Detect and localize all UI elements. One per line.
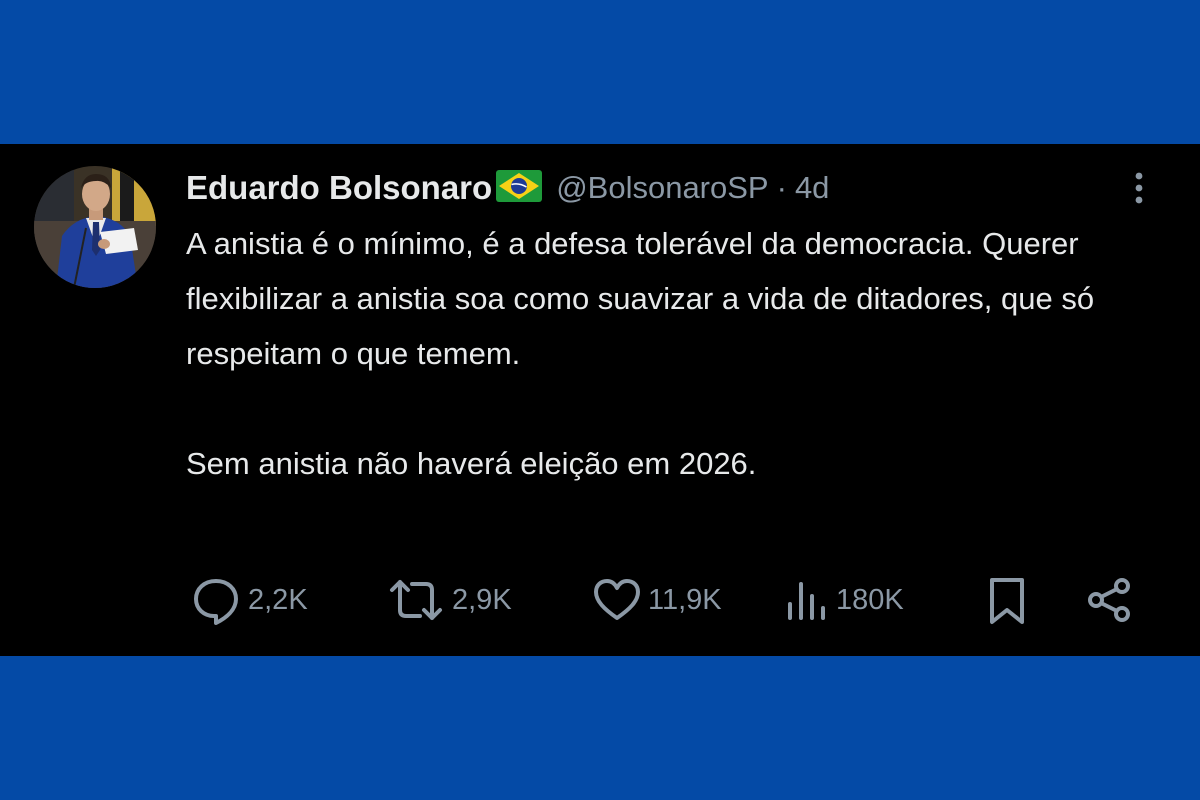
tweet-paragraph: Sem anistia não haverá eleição em 2026. xyxy=(186,446,757,481)
author-name[interactable]: Eduardo Bolsonaro xyxy=(186,169,492,207)
like-button[interactable]: 11,9K xyxy=(592,570,722,630)
views-bar-chart-icon xyxy=(784,574,830,626)
share-icon xyxy=(1084,574,1136,626)
brazil-flag-icon xyxy=(496,169,543,207)
reply-bubble-icon xyxy=(190,574,242,626)
timestamp[interactable]: 4d xyxy=(795,170,829,206)
views-count: 180K xyxy=(836,583,904,616)
heart-icon xyxy=(592,574,642,626)
like-count: 11,9K xyxy=(648,583,722,616)
reply-count: 2,2K xyxy=(248,583,308,616)
more-options-button[interactable] xyxy=(1124,168,1154,208)
bookmark-icon xyxy=(986,574,1028,626)
views-button[interactable]: 180K xyxy=(784,570,904,630)
bottom-blue-band xyxy=(0,656,1200,800)
tweet-paragraph: A anistia é o mínimo, é a defesa toleráv… xyxy=(186,226,1095,371)
repost-icon xyxy=(386,574,446,626)
reply-button[interactable]: 2,2K xyxy=(190,570,308,630)
repost-button[interactable]: 2,9K xyxy=(386,570,512,630)
tweet-header: Eduardo Bolsonaro @BolsonaroSP · 4d xyxy=(186,168,829,208)
tweet-text: A anistia é o mínimo, é a defesa toleráv… xyxy=(186,216,1166,491)
header-separator: · xyxy=(776,170,787,205)
top-blue-band xyxy=(0,0,1200,144)
avatar[interactable] xyxy=(34,166,156,288)
repost-count: 2,9K xyxy=(452,583,512,616)
author-handle[interactable]: @BolsonaroSP xyxy=(556,170,768,206)
bookmark-button[interactable] xyxy=(986,570,1028,630)
action-bar: 2,2K 2,9K 11,9K 180K xyxy=(0,570,1200,630)
share-button[interactable] xyxy=(1084,570,1136,630)
more-vertical-icon xyxy=(1124,168,1154,208)
